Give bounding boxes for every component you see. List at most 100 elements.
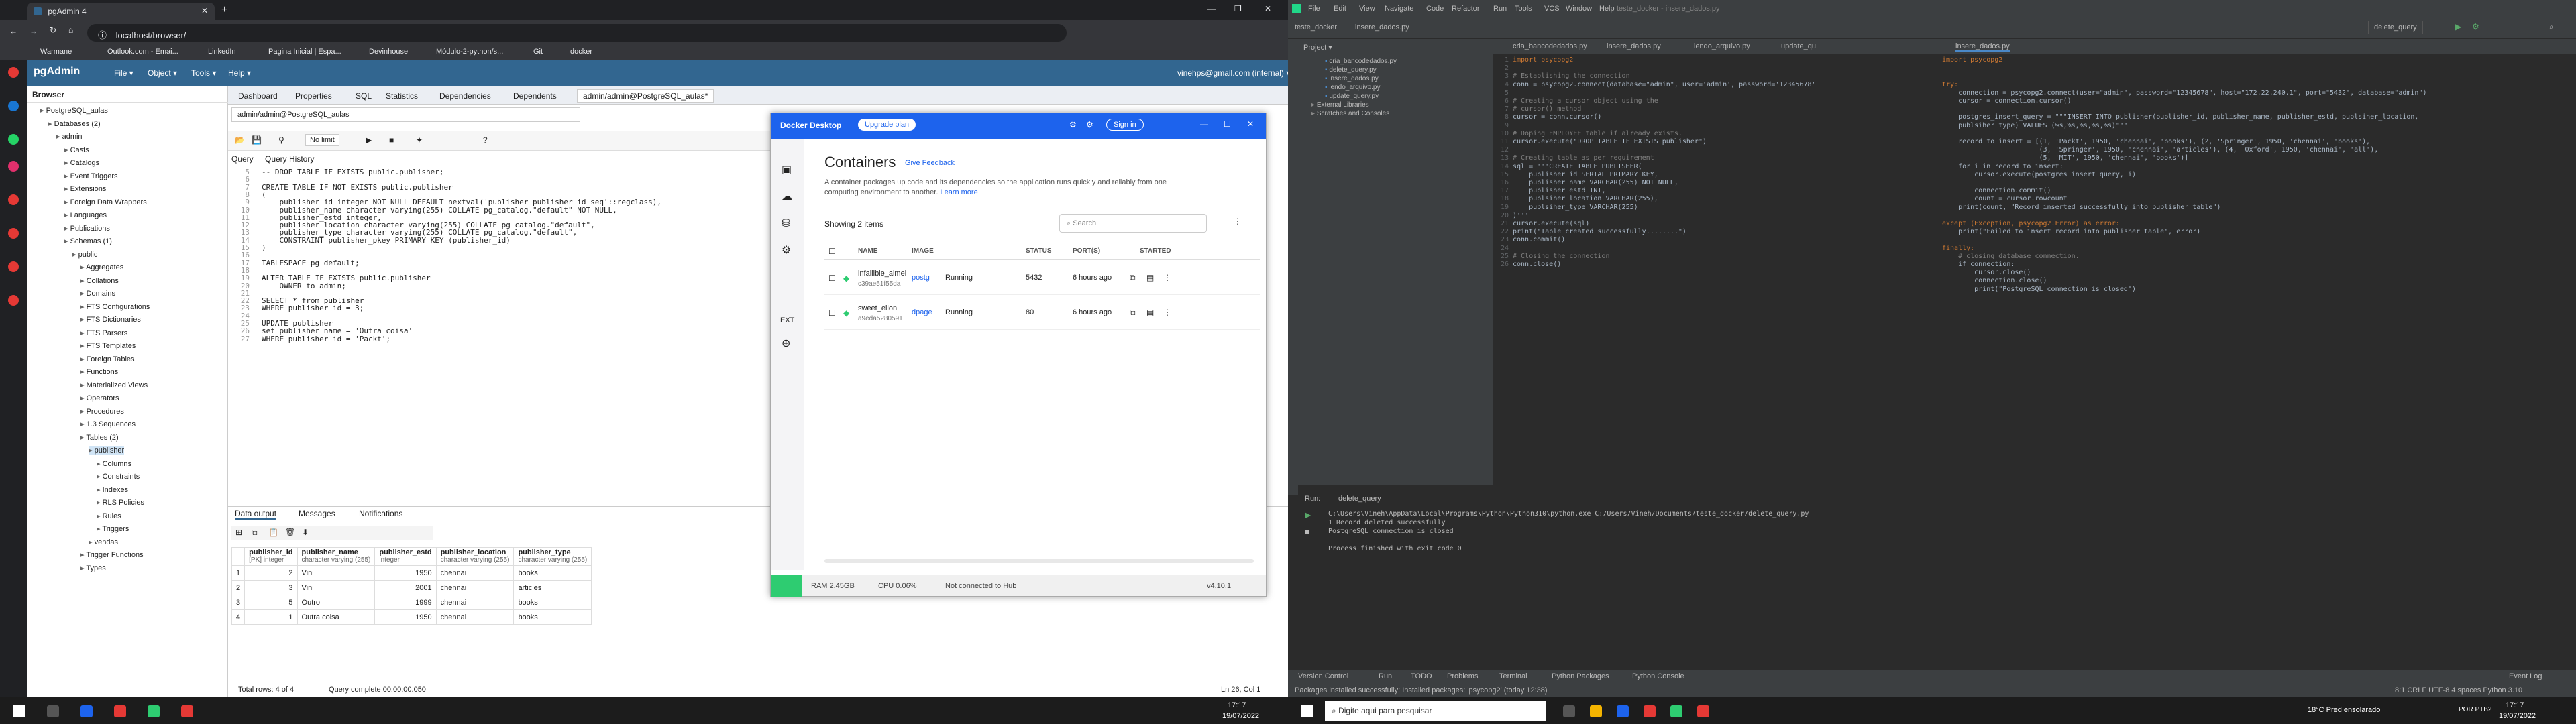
windows-start-icon[interactable] — [1301, 705, 1313, 717]
table-cell[interactable]: books — [513, 595, 592, 610]
column-header[interactable]: publisher_estd integer — [374, 547, 437, 566]
dev-env-icon[interactable]: ⚙ — [782, 243, 791, 257]
menu-tools[interactable]: Tools ▾ — [191, 68, 216, 78]
tree-item[interactable]: ▸ Extensions — [64, 184, 106, 193]
tool-window-tab[interactable]: Python Console — [1632, 672, 1684, 680]
url-field[interactable]: ⓘ localhost/browser/ — [87, 24, 1067, 42]
tree-item[interactable]: ▸ 1.3 Sequences — [80, 420, 136, 428]
info-icon[interactable]: ⓘ — [98, 30, 107, 40]
more-icon[interactable]: ⋮ — [1163, 273, 1171, 282]
scrollbar[interactable] — [824, 559, 1254, 563]
menu-item[interactable]: Run — [1493, 5, 1507, 13]
tool-window-tab[interactable]: Problems — [1447, 672, 1478, 680]
maximize-icon[interactable]: ❐ — [1234, 4, 1242, 13]
connection-select[interactable]: admin/admin@PostgreSQL_aulas — [231, 107, 580, 122]
tool-window-tab[interactable]: Version Control — [1298, 672, 1348, 680]
tab-notifications[interactable]: Notifications — [359, 509, 402, 518]
editor-tab-active[interactable]: insere_dados.py — [1955, 42, 2010, 52]
table-cell[interactable]: 1950 — [374, 565, 437, 581]
tree-item[interactable]: ▸ Publications — [64, 224, 110, 233]
column-header[interactable]: STATUS — [1026, 247, 1052, 255]
history-icon[interactable] — [8, 228, 19, 239]
tool-window-tab[interactable]: Run — [1379, 672, 1392, 680]
editor-tab[interactable]: update_qu — [1781, 42, 1816, 50]
learn-more-link[interactable]: Learn more — [940, 188, 977, 196]
table-row[interactable]: 2 3 Vini 2001 chennai articles — [231, 580, 592, 595]
tree-item[interactable]: ▸ Databases (2) — [48, 119, 101, 128]
code-editor-right[interactable]: import psycopg2 try: connection = psycopg… — [1935, 54, 2576, 485]
instagram-icon[interactable] — [8, 161, 19, 172]
bookmark-item[interactable]: Outlook.com - Emai... — [107, 48, 178, 56]
table-cell[interactable]: 1999 — [374, 595, 437, 610]
container-port[interactable]: 80 — [1026, 308, 1034, 316]
help-icon[interactable]: ? — [483, 135, 488, 145]
search-input[interactable]: ⌕ Search — [1059, 214, 1207, 233]
tree-item[interactable]: ▸ RLS Policies — [97, 498, 144, 507]
editor-tab[interactable]: lendo_arquivo.py — [1694, 42, 1750, 50]
table-cell[interactable]: 3 — [244, 580, 298, 595]
heart-icon[interactable] — [8, 194, 19, 205]
language[interactable]: POR PTB2 — [2459, 706, 2491, 713]
tree-item[interactable]: ▸ PostgreSQL_aulas — [40, 106, 108, 115]
weather[interactable]: 18°C Pred ensolarado — [2308, 706, 2380, 714]
pycharm-taskbar-icon[interactable] — [1670, 705, 1682, 717]
bookmark-item[interactable]: LinkedIn — [208, 48, 236, 56]
opera-taskbar-icon[interactable] — [1644, 705, 1656, 717]
row-checkbox[interactable]: ☐ — [828, 274, 836, 283]
tree-item[interactable]: ▸ Materialized Views — [80, 381, 148, 389]
reload-icon[interactable]: ↻ — [50, 25, 56, 35]
table-cell[interactable]: Outro — [297, 595, 376, 610]
table-cell[interactable]: articles — [513, 580, 592, 595]
back-icon[interactable]: ← — [9, 26, 17, 36]
breadcrumb-file[interactable]: insere_dados.py — [1355, 23, 1409, 32]
table-cell[interactable]: chennai — [435, 580, 515, 595]
tree-item[interactable]: ▸ vendas — [89, 538, 118, 546]
tab-dependents[interactable]: Dependents — [513, 91, 557, 101]
tool-window-tab[interactable]: Terminal — [1499, 672, 1527, 680]
column-header[interactable]: publisher_id [PK] integer — [244, 547, 298, 566]
bookmark-item[interactable]: docker — [570, 48, 592, 56]
tree-item[interactable]: ▸ Tables (2) — [80, 433, 119, 442]
tree-item[interactable]: ▸ Foreign Tables — [80, 355, 135, 363]
bug-icon[interactable]: ⚙ — [1069, 120, 1077, 129]
tree-item[interactable]: ▸ Functions — [80, 367, 118, 376]
user-menu[interactable]: vinehps@gmail.com (internal) ▾ — [1177, 68, 1290, 78]
column-header[interactable]: publisher_type character varying (255) — [513, 547, 592, 566]
open-file-icon[interactable]: 📂 — [235, 135, 245, 145]
tab-sql[interactable]: SQL — [356, 91, 372, 101]
code-editor-left[interactable]: 1 import psycopg2 2 3 # Establishing the con… — [1493, 54, 1935, 485]
open-browser-icon[interactable]: ⧉ — [1130, 273, 1136, 283]
project-dropdown[interactable]: Project ▾ — [1303, 43, 1332, 52]
forward-icon[interactable]: → — [30, 26, 38, 36]
table-row[interactable]: 1 2 Vini 1950 chennai books — [231, 565, 592, 581]
taskbar-search-input[interactable]: ⌕ Digite aqui para pesquisar — [1325, 701, 1546, 721]
whatsapp-icon[interactable] — [8, 134, 19, 145]
tab-dependencies[interactable]: Dependencies — [439, 91, 491, 101]
rerun-icon[interactable]: ▶ — [1305, 510, 1311, 520]
opera-icon[interactable] — [8, 67, 19, 78]
tree-item[interactable]: ▸ FTS Parsers — [80, 328, 127, 337]
filter-icon[interactable]: ⚲ — [278, 135, 284, 145]
menu-item[interactable]: Refactor — [1452, 5, 1480, 13]
bookmark-item[interactable]: Git — [533, 48, 543, 56]
tree-item[interactable]: ▸ FTS Templates — [80, 341, 136, 350]
container-image[interactable]: dpage — [912, 308, 932, 316]
menu-item[interactable]: Code — [1426, 5, 1444, 13]
table-row[interactable]: 3 5 Outro 1999 chennai books — [231, 595, 592, 610]
event-log[interactable]: Event Log — [2509, 672, 2542, 680]
tree-item[interactable]: ▸ Operators — [80, 394, 119, 402]
editor-tab[interactable]: insere_dados.py — [1607, 42, 1661, 50]
copy-icon[interactable]: ⧉ — [252, 528, 258, 538]
file-item[interactable]: ▪ update_query.py — [1325, 93, 1379, 100]
editor-tab[interactable]: cria_bancodedados.py — [1513, 42, 1587, 50]
explain-icon[interactable]: ✦ — [416, 135, 423, 145]
minimize-icon[interactable]: — — [1208, 4, 1216, 13]
more-icon[interactable]: ⋮ — [1234, 217, 1242, 226]
tab-query-history[interactable]: Query History — [265, 154, 314, 164]
close-icon[interactable]: ✕ — [1247, 119, 1254, 129]
tree-item[interactable]: ▸ Constraints — [97, 472, 140, 481]
tree-item[interactable]: ▸ Triggers — [97, 524, 129, 533]
menu-item[interactable]: Tools — [1515, 5, 1532, 13]
open-browser-icon[interactable]: ⧉ — [1130, 308, 1136, 318]
table-cell[interactable]: 2001 — [374, 580, 437, 595]
